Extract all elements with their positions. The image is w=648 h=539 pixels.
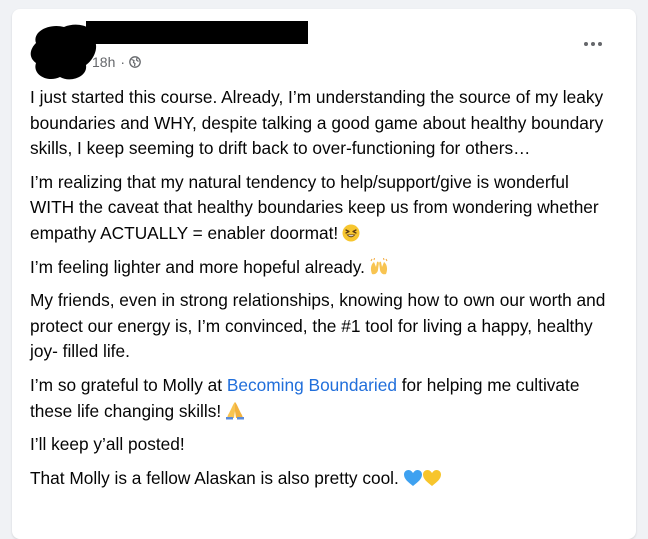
post-body: I just started this course. Already, I’m…	[30, 85, 616, 499]
post-paragraph-7: That Molly is a fellow Alaskan is also p…	[30, 466, 616, 492]
post-paragraph-5-text-before: I’m so grateful to Molly at	[30, 374, 227, 395]
raising-hands-emoji	[370, 257, 388, 274]
post-meta: 18h ·	[92, 54, 141, 70]
laughing-face-emoji	[342, 224, 360, 242]
dot	[591, 42, 595, 46]
blue-heart-yellow-heart-emoji	[403, 469, 441, 486]
post-paragraph-1: I just started this course. Already, I’m…	[30, 87, 604, 159]
dot	[598, 42, 602, 46]
post-timestamp[interactable]: 18h	[92, 54, 115, 70]
post-paragraph-3: I’m feeling lighter and more hopeful alr…	[30, 255, 616, 281]
post-card: 18h · I just started this course. Alread…	[12, 9, 636, 539]
post-paragraph-5: I’m so grateful to Molly at Becoming Bou…	[30, 373, 616, 424]
folded-hands-emoji	[226, 401, 245, 420]
redacted-author-name	[86, 21, 308, 44]
dot	[584, 42, 588, 46]
post-paragraph-4: My friends, even in strong relationships…	[30, 290, 606, 362]
meta-separator: ·	[120, 54, 126, 70]
more-options-button[interactable]	[576, 33, 610, 55]
post-paragraph-7-text: That Molly is a fellow Alaskan is also p…	[30, 467, 399, 488]
globe-icon	[129, 56, 141, 68]
post-paragraph-2: I’m realizing that my natural tendency t…	[30, 170, 616, 247]
post-paragraph-2-text: I’m realizing that my natural tendency t…	[30, 171, 599, 243]
becoming-boundaried-link[interactable]: Becoming Boundaried	[227, 375, 397, 395]
post-paragraph-6: I’ll keep y’all posted!	[30, 434, 185, 455]
post-paragraph-3-text: I’m feeling lighter and more hopeful alr…	[30, 256, 365, 277]
